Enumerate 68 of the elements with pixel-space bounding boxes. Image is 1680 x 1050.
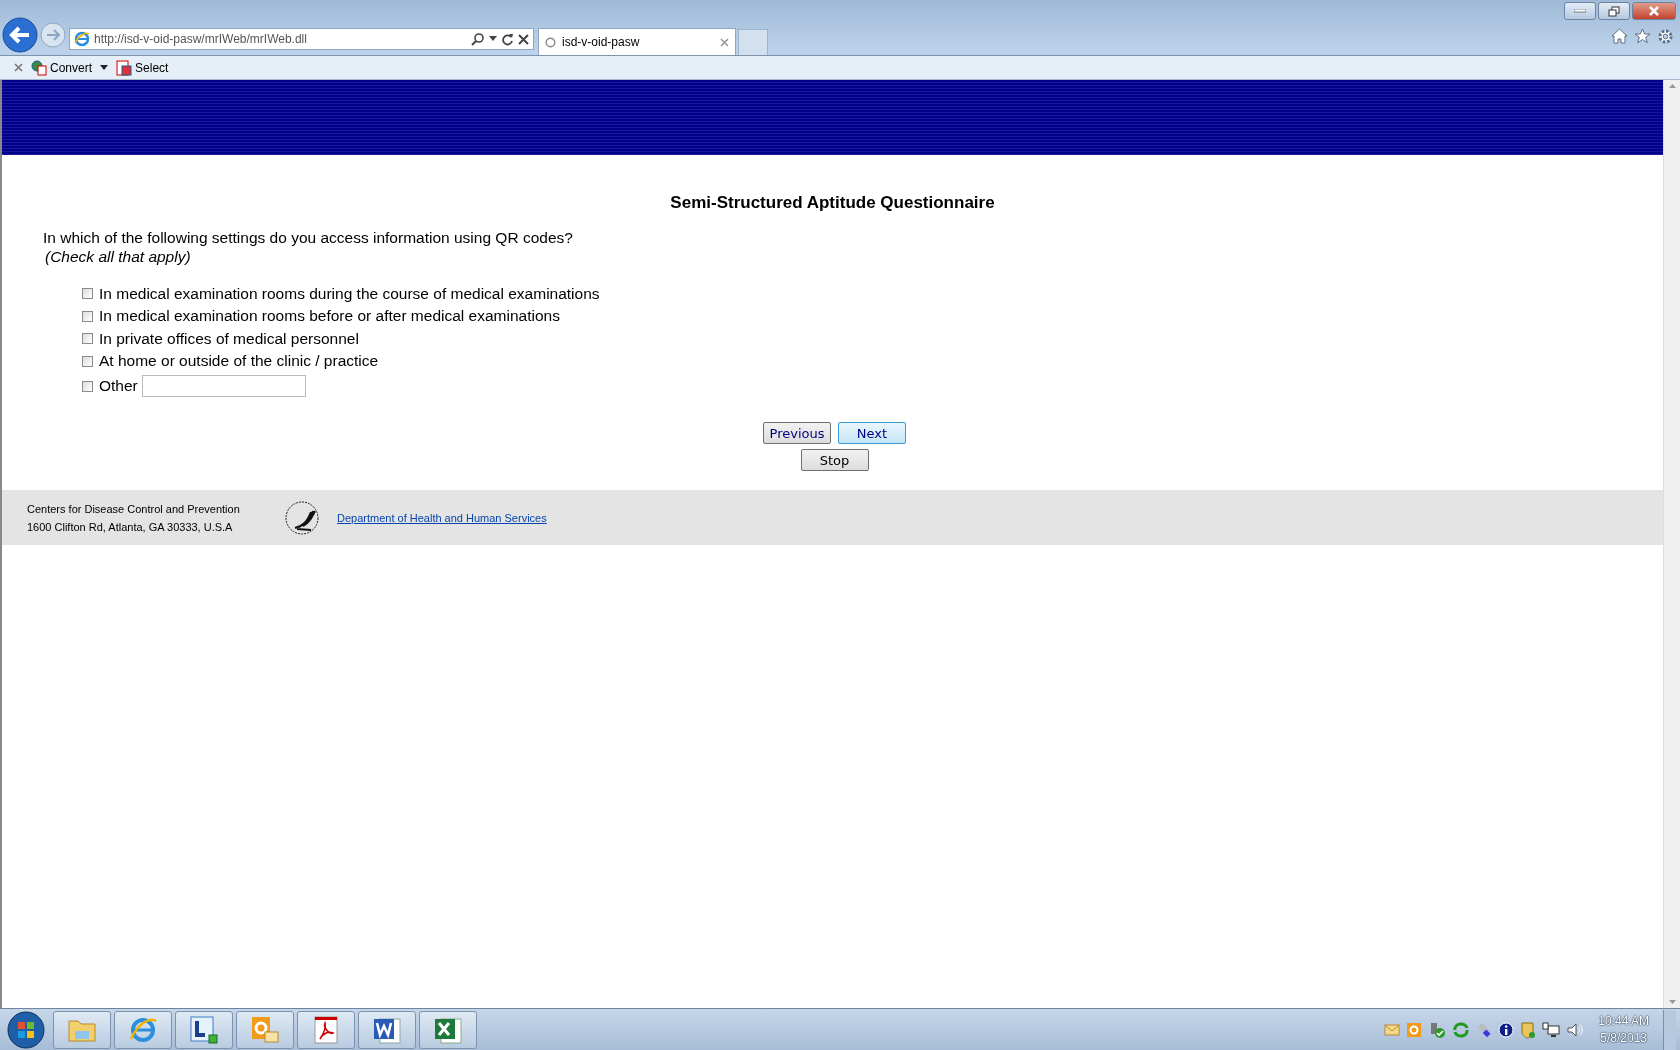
- url-text: http://isd-v-oid-pasw/mrIWeb/mrIWeb.dll: [94, 32, 308, 46]
- letter-l-icon: [189, 1014, 219, 1045]
- taskbar-app-button[interactable]: [358, 1010, 416, 1049]
- department-link[interactable]: Department of Health and Human Services: [337, 511, 547, 524]
- forward-button[interactable]: [40, 22, 66, 48]
- scroll-down-icon[interactable]: [1668, 1000, 1676, 1004]
- checkbox[interactable]: [82, 355, 93, 367]
- network-icon[interactable]: [1542, 1021, 1561, 1038]
- nav-button[interactable]: Stop: [800, 449, 869, 471]
- document-icon: [116, 59, 133, 76]
- scroll-up-icon[interactable]: [1668, 84, 1676, 88]
- toolbar-button[interactable]: Select: [114, 58, 171, 77]
- minimize-button[interactable]: [1564, 2, 1596, 20]
- caret-icon[interactable]: [100, 65, 109, 70]
- browser-tab[interactable]: isd-v-oid-pasw: [538, 28, 736, 55]
- plug-check-icon[interactable]: [1428, 1020, 1447, 1039]
- option-label: In medical examination rooms before or after medical examinations: [99, 307, 560, 325]
- loading-icon: [545, 36, 556, 48]
- organization-name: Centers for Disease Control and Prevention: [27, 502, 241, 515]
- close-icon[interactable]: [720, 37, 729, 47]
- usb-drive-icon[interactable]: [1476, 1021, 1493, 1038]
- option-label: In medical examination rooms during the course of medical examinations: [99, 284, 600, 303]
- question-text: In which of the following settings do you access information using QR codes?: [43, 229, 573, 246]
- checkbox[interactable]: [82, 310, 93, 322]
- sync-arrows-icon[interactable]: [1452, 1021, 1471, 1038]
- restore-button[interactable]: [1598, 2, 1630, 20]
- checkbox[interactable]: [82, 333, 93, 344]
- taskbar-app-button[interactable]: [175, 1010, 233, 1049]
- taskbar-app-button[interactable]: [419, 1010, 477, 1049]
- info-icon[interactable]: [1498, 1021, 1515, 1038]
- show-desktop-button[interactable]: [1663, 1009, 1676, 1050]
- pdf-document-icon: [313, 1014, 339, 1045]
- postal-address: 1600 Clifton Rd, Atlanta, GA 30333, U.S.A: [27, 520, 234, 533]
- restore-icon: [1608, 5, 1620, 17]
- home-icon[interactable]: [1611, 28, 1628, 44]
- globe-document-icon: [31, 59, 47, 76]
- letter-o-envelope-icon: [250, 1014, 280, 1045]
- letter-o-icon[interactable]: [1406, 1021, 1423, 1038]
- close-icon: [1648, 6, 1660, 16]
- minimize-icon: [1574, 9, 1586, 13]
- survey-title: Semi-Structured Aptitude Questionnaire: [669, 193, 996, 213]
- shield-icon[interactable]: [1520, 1020, 1537, 1039]
- back-button[interactable]: [2, 17, 38, 53]
- toolbar-button[interactable]: Convert: [29, 58, 95, 77]
- instruction-text: (Check all that apply): [44, 247, 192, 266]
- star-icon[interactable]: [1634, 28, 1651, 44]
- browser-logo-icon: [74, 31, 90, 47]
- option-label: In private offices of medical personnel: [99, 329, 359, 348]
- nav-button[interactable]: Previous: [763, 422, 831, 444]
- speaker-icon[interactable]: [1566, 1021, 1585, 1038]
- settings-icon[interactable]: [1657, 28, 1674, 45]
- close-icon[interactable]: [14, 63, 23, 72]
- nav-button[interactable]: Next: [838, 422, 906, 444]
- checkbox[interactable]: [82, 380, 93, 392]
- option-label: Other: [99, 377, 138, 395]
- tab-title: isd-v-oid-pasw: [562, 35, 641, 49]
- input-field[interactable]: [141, 375, 306, 397]
- caret-icon[interactable]: [489, 36, 497, 42]
- option-label: At home or outside of the clinic / practice: [99, 352, 379, 370]
- taskbar-app-button[interactable]: [297, 1010, 355, 1049]
- stop-icon[interactable]: [518, 33, 529, 45]
- refresh-icon[interactable]: [501, 32, 514, 46]
- close-button[interactable]: [1632, 2, 1676, 20]
- search-icon[interactable]: [471, 32, 485, 46]
- envelope-icon[interactable]: [1384, 1023, 1401, 1036]
- address-bar[interactable]: http://isd-v-oid-pasw/mrIWeb/mrIWeb.dll: [69, 28, 534, 50]
- scrollbar[interactable]: [1663, 80, 1680, 1008]
- checkbox[interactable]: [82, 288, 93, 299]
